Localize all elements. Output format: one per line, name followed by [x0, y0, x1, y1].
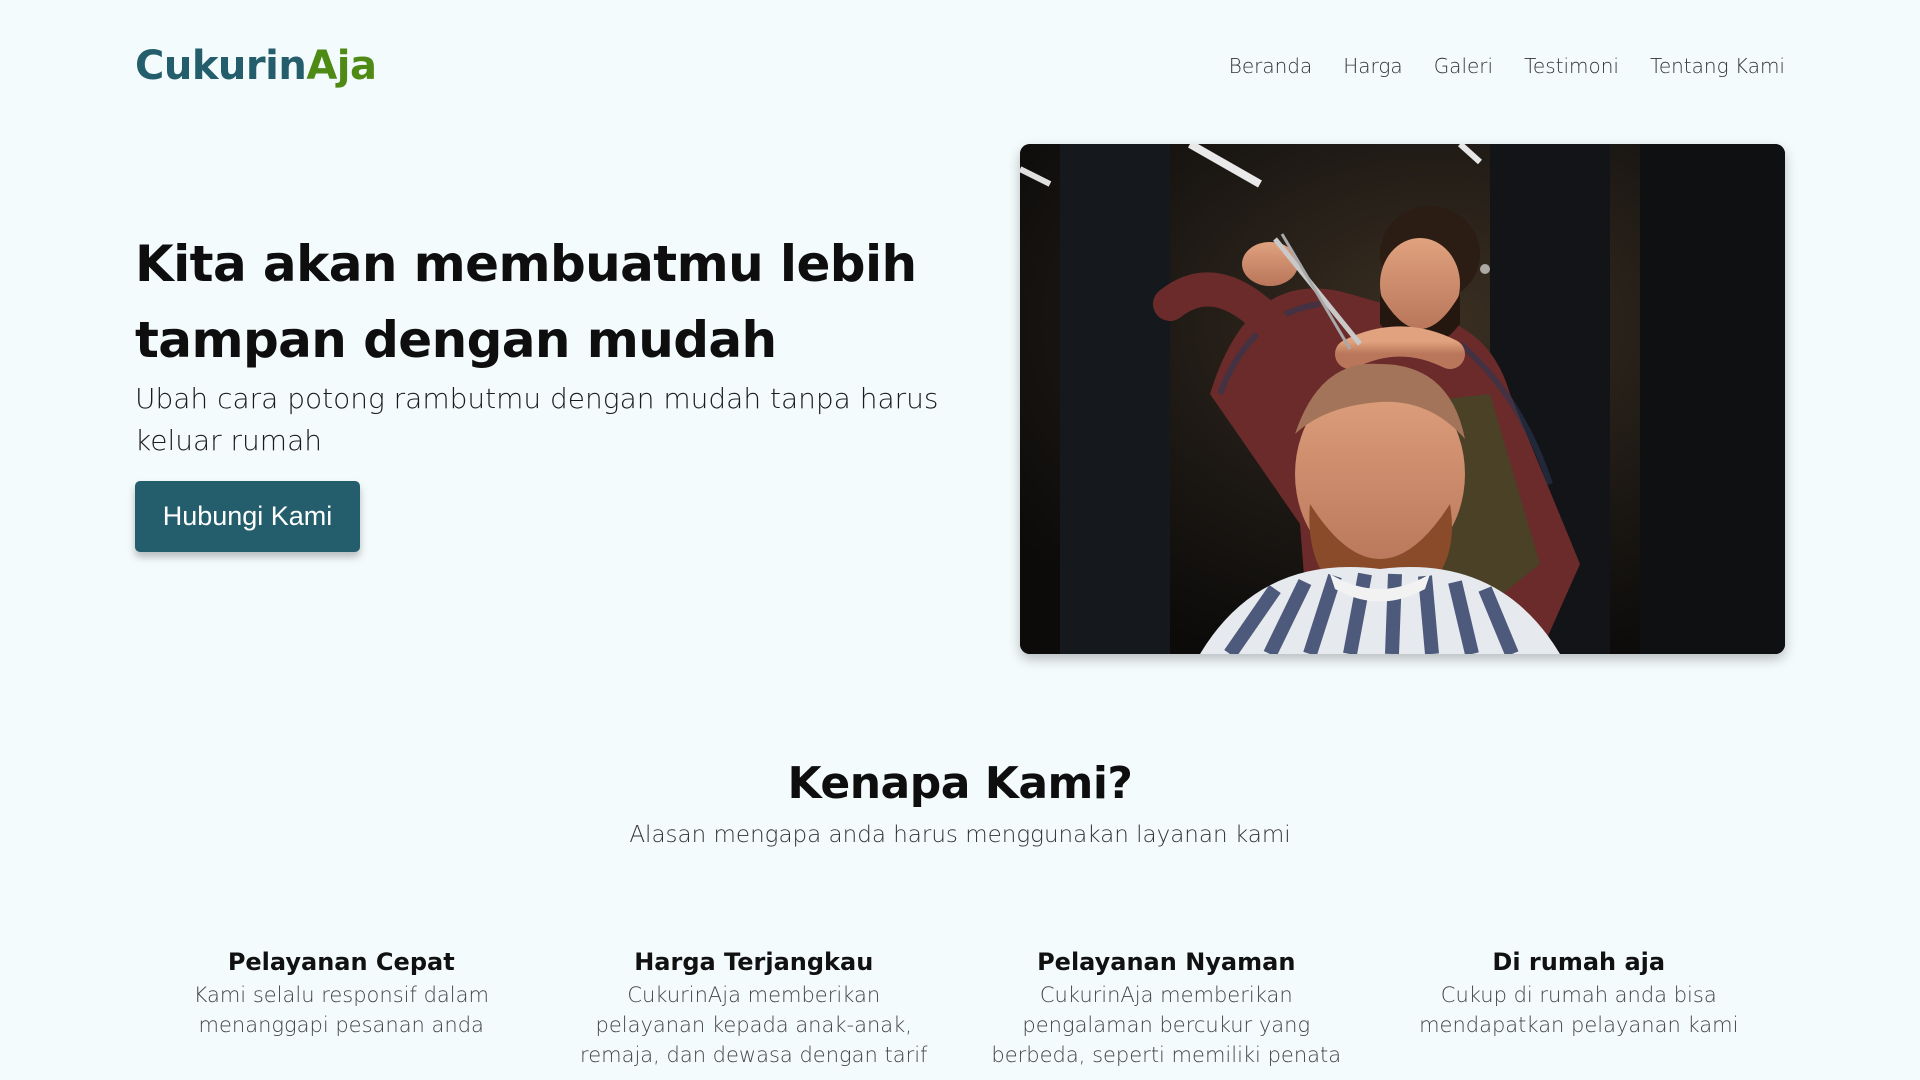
- contact-us-button[interactable]: Hubungi Kami: [135, 481, 360, 552]
- nav-link-harga[interactable]: Harga: [1343, 54, 1402, 78]
- barber-illustration: [1020, 144, 1785, 654]
- why-section-title: Kenapa Kami?: [787, 758, 1133, 809]
- hero-text: Kita akan membuatmu lebih tampan dengan …: [135, 226, 975, 462]
- hero-subtitle: Ubah cara potong rambutmu dengan mudah t…: [135, 382, 939, 457]
- feature-description: Cukup di rumah anda bisa mendapatkan pel…: [1419, 983, 1739, 1037]
- logo[interactable]: CukurinAja: [135, 43, 377, 89]
- feature-title: Pelayanan Nyaman: [1037, 948, 1296, 976]
- logo-part-1: Cukurin: [135, 43, 307, 89]
- hero-barber-photo: [1020, 144, 1785, 654]
- header: CukurinAja Beranda Harga Galeri Testimon…: [135, 40, 1785, 92]
- nav-link-testimoni[interactable]: Testimoni: [1524, 54, 1619, 78]
- nav-link-beranda[interactable]: Beranda: [1229, 54, 1313, 78]
- hero-title: Kita akan membuatmu lebih tampan dengan …: [135, 235, 917, 369]
- feature-title: Harga Terjangkau: [634, 948, 874, 976]
- why-section-subtitle: Alasan mengapa anda harus menggunakan la…: [629, 822, 1291, 848]
- page: CukurinAja Beranda Harga Galeri Testimon…: [0, 0, 1920, 1080]
- nav-link-galeri[interactable]: Galeri: [1434, 54, 1493, 78]
- feature-description: Kami selalu responsif dalam menanggapi p…: [193, 983, 489, 1037]
- main-nav: Beranda Harga Galeri Testimoni Tentang K…: [1229, 54, 1785, 78]
- feature-card: Di rumah aja Cukup di rumah anda bisa me…: [1373, 948, 1786, 1070]
- logo-part-2: Aja: [306, 43, 377, 89]
- feature-title: Pelayanan Cepat: [227, 948, 455, 976]
- nav-link-tentang-kami[interactable]: Tentang Kami: [1650, 54, 1785, 78]
- feature-card: Pelayanan Nyaman CukurinAja memberikan p…: [960, 948, 1373, 1070]
- feature-title: Di rumah aja: [1492, 948, 1666, 976]
- feature-description: CukurinAja memberikan pelayanan kepada a…: [580, 983, 928, 1067]
- features-grid: Pelayanan Cepat Kami selalu responsif da…: [135, 948, 1785, 1070]
- feature-card: Harga Terjangkau CukurinAja memberikan p…: [548, 948, 961, 1070]
- feature-description: CukurinAja memberikan pengalaman bercuku…: [991, 983, 1342, 1067]
- feature-card: Pelayanan Cepat Kami selalu responsif da…: [135, 948, 548, 1070]
